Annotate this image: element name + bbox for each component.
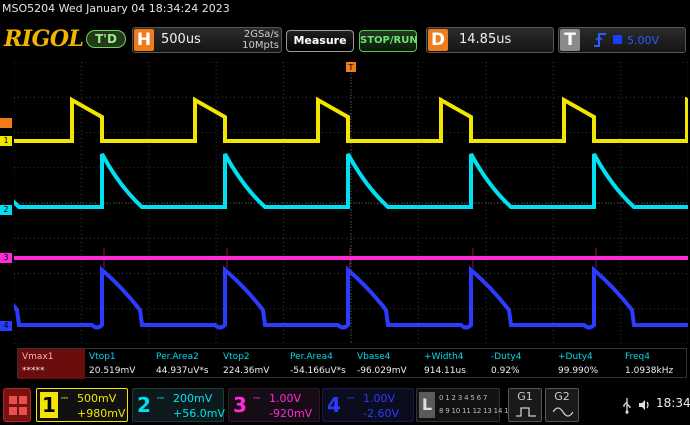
- channel-4-control[interactable]: 4 ⎓ 1.00V -2.60V: [322, 388, 414, 422]
- channel-2-offset: +56.0mV: [173, 407, 225, 420]
- horizontal-letter: H: [134, 29, 154, 51]
- sine-wave-icon: [553, 407, 573, 417]
- stop-run-button[interactable]: STOP/RUN: [359, 30, 418, 52]
- generator-1-label: G1: [517, 390, 533, 403]
- measurement-item[interactable]: Vmax1 *****: [18, 349, 85, 379]
- channel-2-number: 2: [137, 393, 151, 417]
- measurement-item[interactable]: +Width4 914.11us: [420, 349, 487, 379]
- measurement-value: 1.0938kHz: [625, 366, 674, 376]
- measurement-table[interactable]: Vmax1 ***** Vtop1 20.519mV Per.Area2 44.937uV…: [17, 348, 688, 379]
- ch1-marker[interactable]: 1: [0, 136, 12, 146]
- menu-grid-icon: [9, 407, 17, 415]
- measurement-value: -96.029mV: [357, 366, 407, 376]
- speaker-icon[interactable]: [638, 399, 650, 411]
- measurement-name: Per.Area4: [290, 352, 333, 362]
- horizontal-timebase-control[interactable]: H 500us 2GSa/s 10Mpts: [132, 27, 282, 53]
- generator-2-button[interactable]: G2: [545, 388, 579, 422]
- waveform-svg: T: [14, 62, 688, 344]
- measurement-value: 20.519mV: [89, 366, 136, 376]
- measurement-name: Vmax1: [22, 352, 54, 362]
- logic-analyzer-control[interactable]: L 0 1 2 3 4 5 6 7 8 9 10 11 12 13 14 15: [416, 388, 513, 422]
- menu-grid-icon: [9, 396, 17, 404]
- measurement-value: *****: [22, 366, 45, 376]
- sample-rate-info: 2GSa/s 10Mpts: [229, 29, 279, 51]
- measurement-item[interactable]: Vtop2 224.36mV: [219, 349, 286, 379]
- channel-2-scale: 200mV: [173, 392, 213, 405]
- ch3-marker[interactable]: 3: [0, 253, 12, 263]
- measurement-item[interactable]: Vtop1 20.519mV: [85, 349, 152, 379]
- measurement-value: -54.166uV*s: [290, 366, 346, 376]
- la-letter: L: [419, 392, 435, 418]
- memory-depth: 10Mpts: [242, 40, 279, 51]
- top-toolbar: RIGOL T'D H 500us 2GSa/s 10Mpts Measure …: [0, 24, 690, 58]
- channel-3-control[interactable]: 3 ⎓ 1.00V -920mV: [228, 388, 320, 422]
- measurement-value: 224.36mV: [223, 366, 270, 376]
- measurement-name: Vbase4: [357, 352, 391, 362]
- trigger-letter: T: [560, 29, 580, 51]
- measurement-item[interactable]: Per.Area4 -54.166uV*s: [286, 349, 353, 379]
- channel-4-number: 4: [327, 393, 341, 417]
- channel-1-scale: 500mV: [77, 392, 117, 405]
- dc-coupling-icon: ⎓: [61, 394, 69, 404]
- main-menu-button[interactable]: [3, 388, 31, 422]
- measurement-name: +Duty4: [558, 352, 593, 362]
- delay-control[interactable]: D 14.85us: [426, 27, 554, 53]
- trigger-position-marker: T: [346, 62, 356, 72]
- measurement-value: 99.990%: [558, 366, 599, 376]
- trigger-control[interactable]: T 5.00V: [558, 27, 686, 53]
- ch4-marker[interactable]: 4: [0, 321, 12, 331]
- timebase-value: 500us: [161, 32, 201, 47]
- dc-coupling-icon: ⎓: [347, 394, 355, 404]
- generator-2-label: G2: [554, 390, 570, 403]
- channel-3-scale: 1.00V: [269, 392, 302, 405]
- channel-4-scale: 1.00V: [363, 392, 396, 405]
- status-line: MSO5204 Wed January 04 18:34:24 2023: [2, 2, 230, 15]
- measurement-item[interactable]: Per.Area2 44.937uV*s: [152, 349, 219, 379]
- menu-grid-icon: [19, 407, 27, 415]
- trigger-level-marker: [0, 118, 12, 128]
- rising-edge-icon: [593, 32, 607, 52]
- measurement-name: Freq4: [625, 352, 651, 362]
- rigol-logo: RIGOL: [4, 26, 84, 52]
- measurement-name: Per.Area2: [156, 352, 199, 362]
- measurement-value: 44.937uV*s: [156, 366, 209, 376]
- measurement-item[interactable]: Freq4 1.0938kHz: [621, 349, 688, 379]
- measurement-value: 0.92%: [491, 366, 520, 376]
- ch2-marker[interactable]: 2: [0, 205, 12, 215]
- trigger-source-icon: [613, 35, 622, 44]
- measurement-item[interactable]: Vbase4 -96.029mV: [353, 349, 420, 379]
- la-channels-low: 0 1 2 3 4 5 6 7: [439, 394, 488, 402]
- measurement-name: -Duty4: [491, 352, 522, 362]
- trigger-level: 5.00V: [627, 34, 660, 47]
- delay-letter: D: [428, 29, 448, 51]
- dc-coupling-icon: ⎓: [157, 394, 165, 404]
- channel-3-number: 3: [233, 393, 247, 417]
- channel-1-offset: +980mV: [77, 407, 126, 420]
- channel-2-control[interactable]: 2 ⎓ 200mV +56.0mV: [132, 388, 225, 422]
- channel-1-number: 1: [40, 392, 58, 418]
- delay-value: 14.85us: [459, 32, 512, 47]
- measurement-item[interactable]: -Duty4 0.92%: [487, 349, 554, 379]
- waveform-display[interactable]: T: [14, 62, 688, 344]
- menu-grid-icon: [19, 396, 27, 404]
- pulse-wave-icon: [516, 407, 536, 417]
- measurement-name: Vtop2: [223, 352, 250, 362]
- sample-rate: 2GSa/s: [243, 29, 279, 40]
- svg-text:T: T: [348, 63, 354, 72]
- la-channels-high: 8 9 10 11 12 13 14 15: [439, 407, 513, 415]
- trigger-status-badge: T'D: [86, 30, 126, 48]
- generator-1-button[interactable]: G1: [508, 388, 542, 422]
- dc-coupling-icon: ⎓: [253, 394, 261, 404]
- measurement-name: +Width4: [424, 352, 464, 362]
- measurement-name: Vtop1: [89, 352, 116, 362]
- bottom-bar: 1 ⎓ 500mV +980mV 2 ⎓ 200mV +56.0mV 3 ⎓ 1…: [0, 384, 690, 425]
- channel-1-control[interactable]: 1 ⎓ 500mV +980mV: [36, 388, 128, 422]
- channel-4-offset: -2.60V: [363, 407, 399, 420]
- system-clock: 18:34: [656, 396, 690, 410]
- measure-button[interactable]: Measure: [286, 30, 354, 52]
- measurement-value: 914.11us: [424, 366, 466, 376]
- channel-3-offset: -920mV: [269, 407, 313, 420]
- usb-icon: [623, 398, 631, 414]
- measurement-item[interactable]: +Duty4 99.990%: [554, 349, 621, 379]
